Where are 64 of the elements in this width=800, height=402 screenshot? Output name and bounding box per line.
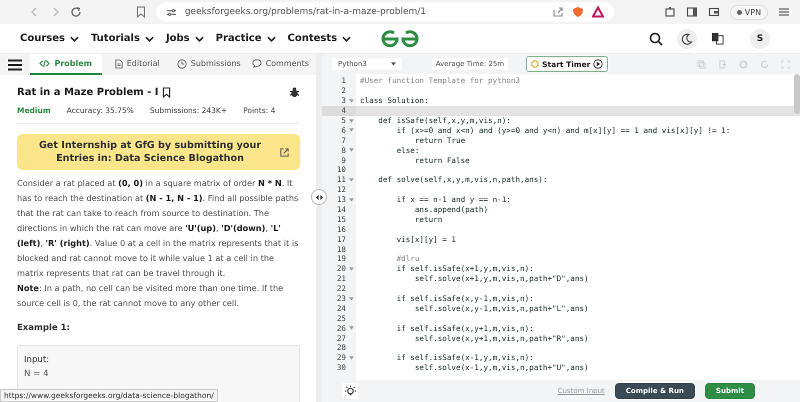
site-settings-icon[interactable]	[166, 8, 177, 16]
hint-button[interactable]	[342, 383, 358, 399]
shield-icon[interactable]	[572, 6, 584, 18]
menu-icon[interactable]	[8, 58, 22, 70]
fold-arrow-icon[interactable]	[348, 356, 354, 360]
moon-icon	[681, 32, 693, 44]
chevron-down-icon	[266, 36, 276, 42]
fold-arrow-icon[interactable]	[348, 118, 354, 122]
nav-menu[interactable]: Contests	[288, 33, 352, 44]
problem-title: Rat in a Maze Problem - I	[17, 86, 159, 98]
example-line: N = 4	[24, 368, 50, 381]
fold-arrow-icon[interactable]	[348, 128, 354, 132]
bookmark-icon[interactable]	[162, 86, 171, 98]
fold-arrow-icon[interactable]	[348, 296, 354, 301]
nav-menu[interactable]: Jobs	[166, 33, 204, 44]
url-text: geeksforgeeks.org/problems/rat-in-a-maze-problem/1	[184, 7, 426, 17]
dark-mode-toggle[interactable]	[677, 28, 697, 48]
split-arrows-icon	[314, 194, 324, 200]
document-icon	[114, 58, 123, 68]
chevron-down-icon	[194, 36, 204, 42]
wallet-icon[interactable]	[708, 6, 720, 18]
timer-icon	[531, 60, 540, 68]
banner-text: Get Internship at GfG by submitting your Entries in: Data Science Blogathon	[38, 139, 262, 165]
tab[interactable]: Submissions	[173, 54, 244, 75]
bug-icon[interactable]	[289, 86, 300, 98]
nav-menu[interactable]: Tutorials	[90, 33, 154, 44]
example-heading: Example 1:	[17, 323, 71, 333]
vpn-button[interactable]: VPN	[730, 4, 768, 20]
tab[interactable]: Comments	[244, 54, 316, 75]
address-bar[interactable]: geeksforgeeks.org/problems/rat-in-a-maze-problem/1	[156, 2, 614, 22]
chevron-down-icon	[70, 36, 79, 42]
lightbulb-icon	[344, 384, 356, 398]
fold-arrow-icon[interactable]	[348, 198, 354, 202]
translate-icon[interactable]	[711, 32, 724, 45]
logo-icon[interactable]	[380, 30, 420, 48]
clock-icon	[176, 58, 187, 68]
fold-arrow-icon[interactable]	[348, 148, 354, 152]
problem-note: Note: In a path, no cell can be visited more than one time. If the source cell is 0, the rat cannot move to any other cell.	[17, 282, 284, 310]
external-link-icon	[279, 146, 290, 158]
tab[interactable]: Problem	[30, 54, 102, 75]
reload-icon[interactable]	[70, 6, 82, 18]
user-avatar[interactable]: S	[750, 28, 770, 48]
extensions-icon[interactable]	[664, 6, 676, 18]
nav-menu[interactable]: Courses	[20, 33, 79, 44]
caret-icon	[390, 62, 396, 66]
fold-arrow-icon[interactable]	[348, 178, 354, 182]
fold-arrow-icon[interactable]	[348, 326, 354, 330]
promo-banner[interactable]: Get Internship at GfG by submitting your Entries in: Data Science Blogathon	[17, 134, 300, 170]
example-line: Input:	[24, 354, 50, 367]
share-icon[interactable]	[552, 6, 564, 18]
fold-arrow-icon[interactable]	[348, 266, 354, 271]
chat-icon	[252, 59, 262, 68]
sidebar-icon[interactable]	[686, 6, 698, 18]
nav-menu[interactable]: Practice	[216, 33, 276, 44]
search-icon[interactable]	[649, 32, 663, 46]
fold-arrow-icon[interactable]	[348, 98, 354, 103]
code-icon	[39, 59, 50, 68]
scrollbar[interactable]	[794, 74, 800, 114]
problem-description: Consider a rat placed at (0, 0) in a square matrix of order N * N. It has to reach the destination at (N - 1, N - 1). Find all possible paths that the rat can take to reach from source to destination. The directions in which the rat can move are 'U'(up), 'D'(down), 'L' (left), 'R' (right). Value 0 at a cell in the matrix represents that it is blocked and rat cannot move to it while value 1 at a cell in the matrix represents that rat can be travel through it.	[17, 177, 300, 280]
chevron-down-icon	[342, 36, 352, 42]
play-icon	[593, 59, 604, 69]
tab[interactable]: Editorial	[102, 54, 173, 75]
chevron-down-icon	[144, 36, 154, 42]
triangle-icon[interactable]	[592, 6, 604, 18]
